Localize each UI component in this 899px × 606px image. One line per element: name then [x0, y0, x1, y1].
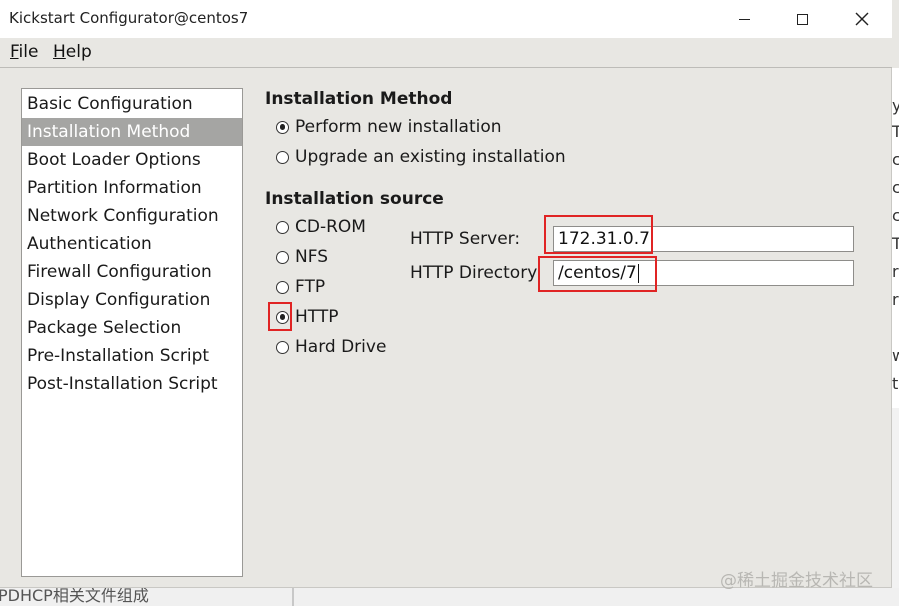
background-document: y T c c c T r r w t	[892, 68, 899, 408]
menu-bar: File Help	[0, 38, 892, 68]
radio-source-nfs[interactable]: NFS	[276, 247, 328, 267]
bg-letter: r	[892, 290, 899, 309]
sidebar-item-authentication[interactable]: Authentication	[22, 230, 242, 258]
bg-letter: w	[892, 346, 899, 365]
kickstart-window: Kickstart Configurator@centos7 File Help…	[0, 0, 892, 588]
maximize-button[interactable]	[773, 0, 831, 38]
bg-letter: c	[892, 150, 899, 169]
installation-method-heading: Installation Method	[265, 89, 453, 109]
radio-label: HTTP	[295, 307, 339, 327]
sidebar-item-basic-configuration[interactable]: Basic Configuration	[22, 90, 242, 118]
bg-letter: t	[892, 374, 899, 393]
sidebar-item-display-configuration[interactable]: Display Configuration	[22, 286, 242, 314]
radio-unchecked-icon	[276, 220, 289, 234]
radio-source-cdrom[interactable]: CD-ROM	[276, 217, 366, 237]
background-panel	[892, 408, 899, 606]
sidebar-item-partition-information[interactable]: Partition Information	[22, 174, 242, 202]
http-server-label: HTTP Server:	[410, 229, 521, 249]
radio-label: NFS	[295, 247, 328, 267]
http-server-value: 172.31.0.7	[558, 229, 650, 249]
radio-checked-icon	[276, 120, 289, 134]
text-cursor	[637, 263, 639, 283]
menu-help-label: elp	[65, 42, 92, 62]
http-directory-input[interactable]: /centos/7	[553, 260, 854, 286]
radio-unchecked-icon	[276, 280, 289, 294]
sidebar-item-boot-loader-options[interactable]: Boot Loader Options	[22, 146, 242, 174]
http-directory-label: HTTP Directory:	[410, 263, 542, 283]
radio-label: Upgrade an existing installation	[295, 147, 566, 167]
radio-source-hard-drive[interactable]: Hard Drive	[276, 337, 386, 357]
radio-label: FTP	[295, 277, 326, 297]
close-icon	[855, 12, 869, 26]
radio-label: Perform new installation	[295, 117, 502, 137]
sidebar-item-package-selection[interactable]: Package Selection	[22, 314, 242, 342]
radio-label: Hard Drive	[295, 337, 387, 357]
bg-letter: T	[892, 234, 899, 253]
section-list: Basic Configuration Installation Method …	[21, 88, 243, 577]
radio-upgrade-installation[interactable]: Upgrade an existing installation	[276, 147, 566, 167]
bg-letter: r	[892, 262, 899, 281]
bg-letter: c	[892, 178, 899, 197]
menu-help-mnemonic: H	[53, 42, 66, 62]
radio-source-ftp[interactable]: FTP	[276, 277, 325, 297]
bg-letter: T	[892, 122, 899, 141]
sidebar-item-post-installation-script[interactable]: Post-Installation Script	[22, 370, 242, 398]
window-title: Kickstart Configurator@centos7	[9, 9, 249, 27]
radio-new-installation[interactable]: Perform new installation	[276, 117, 502, 137]
sidebar-item-installation-method[interactable]: Installation Method	[22, 118, 242, 146]
radio-unchecked-icon	[276, 340, 289, 354]
bg-letter: c	[892, 206, 899, 225]
menu-help[interactable]: Help	[53, 42, 92, 62]
menu-file-label: ile	[18, 42, 39, 62]
menu-file-mnemonic: F	[10, 42, 19, 62]
http-server-input[interactable]: 172.31.0.7	[553, 226, 854, 252]
title-bar[interactable]: Kickstart Configurator@centos7	[0, 0, 892, 38]
radio-source-http[interactable]: HTTP	[276, 307, 339, 327]
radio-label: CD-ROM	[295, 217, 366, 237]
minimize-icon	[738, 18, 750, 20]
sidebar-item-network-configuration[interactable]: Network Configuration	[22, 202, 242, 230]
sidebar-item-pre-installation-script[interactable]: Pre-Installation Script	[22, 342, 242, 370]
radio-checked-icon	[276, 310, 289, 324]
radio-unchecked-icon	[276, 150, 289, 164]
watermark: @稀土掘金技术社区	[720, 571, 873, 591]
maximize-icon	[796, 13, 808, 25]
sidebar-item-firewall-configuration[interactable]: Firewall Configuration	[22, 258, 242, 286]
radio-unchecked-icon	[276, 250, 289, 264]
bg-divider	[292, 588, 294, 606]
minimize-button[interactable]	[715, 0, 773, 38]
menu-file[interactable]: File	[10, 42, 38, 62]
installation-source-heading: Installation source	[265, 189, 444, 209]
http-directory-value: /centos/7	[558, 263, 637, 283]
bg-bottom-text: PDHCP相关文件组成	[0, 588, 149, 605]
close-button[interactable]	[833, 0, 891, 38]
bg-letter: y	[892, 96, 899, 115]
